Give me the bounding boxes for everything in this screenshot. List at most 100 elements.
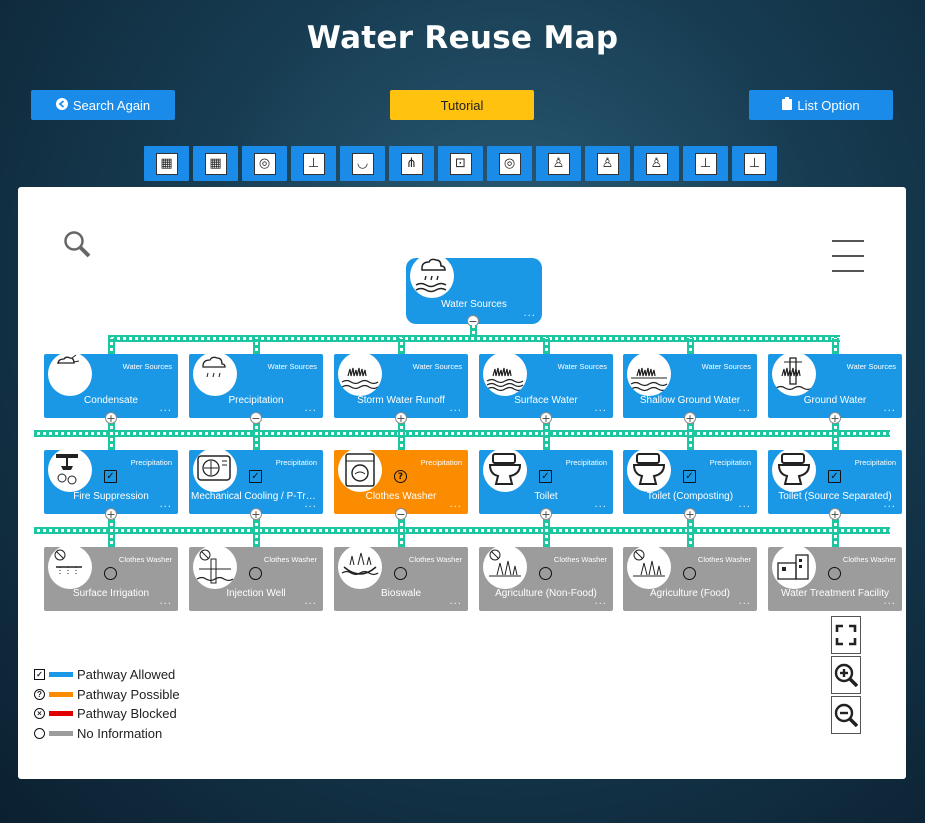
more-options-icon[interactable]: ··· xyxy=(159,406,172,417)
zoom-in-icon[interactable] xyxy=(831,656,861,694)
toilet-icon: ♙ xyxy=(596,152,619,175)
hamburger-menu-icon[interactable] xyxy=(832,240,864,285)
map-node-agriculture-non-food[interactable]: Clothes Washer Agriculture (Non-Food) ··· xyxy=(479,545,613,611)
more-options-icon[interactable]: ··· xyxy=(523,311,536,322)
map-node-fire-suppression[interactable]: Precipitation ✓ Fire Suppression ··· xyxy=(44,448,178,514)
map-node-toilet[interactable]: Precipitation ✓ Toilet ··· xyxy=(479,448,613,514)
fixture-filter-6[interactable]: ⋔ xyxy=(389,146,434,181)
map-node-injection-well[interactable]: Clothes Washer Injection Well ··· xyxy=(189,545,323,611)
node-category: Clothes Washer xyxy=(118,555,172,564)
connector-root-stem xyxy=(470,325,477,337)
legend-symbol-icon: × xyxy=(34,708,45,720)
legend-item: No Information xyxy=(34,724,180,744)
more-options-icon[interactable]: ··· xyxy=(304,502,317,513)
zoom-out-icon[interactable] xyxy=(831,696,861,734)
fixture-filter-7[interactable]: ⊡ xyxy=(438,146,483,181)
map-node-agriculture-food[interactable]: Clothes Washer Agriculture (Food) ··· xyxy=(623,545,757,611)
map-node-toilet-source-separated[interactable]: Precipitation ✓ Toilet (Source Separated) ·… xyxy=(768,448,902,514)
empty-circle-icon xyxy=(683,567,696,580)
fixture-filter-4[interactable]: ⊥ xyxy=(291,146,336,181)
expand-toggle[interactable]: + xyxy=(540,508,552,520)
node-label: Injection Well xyxy=(226,588,286,599)
fullscreen-icon[interactable] xyxy=(831,616,861,654)
expand-toggle[interactable]: + xyxy=(540,412,552,424)
search-icon[interactable] xyxy=(62,229,92,263)
more-options-icon[interactable]: ··· xyxy=(738,599,751,610)
expand-toggle[interactable]: + xyxy=(395,412,407,424)
collapse-toggle[interactable]: − xyxy=(395,508,407,520)
more-options-icon[interactable]: ··· xyxy=(594,502,607,513)
legend-label: No Information xyxy=(77,725,163,741)
expand-toggle[interactable]: + xyxy=(684,508,696,520)
node-category: Precipitation xyxy=(709,458,751,467)
fixture-filter-9[interactable]: ♙ xyxy=(536,146,581,181)
more-options-icon[interactable]: ··· xyxy=(449,406,462,417)
node-label: Surface Water xyxy=(514,395,578,406)
fixture-filter-12[interactable]: ⊥ xyxy=(683,146,728,181)
more-options-icon[interactable]: ··· xyxy=(449,502,462,513)
more-options-icon[interactable]: ··· xyxy=(738,502,751,513)
building-grid-icon: ▦ xyxy=(204,152,227,175)
more-options-icon[interactable]: ··· xyxy=(738,406,751,417)
expand-toggle[interactable]: + xyxy=(829,412,841,424)
connector-drop-row1 xyxy=(398,338,405,354)
expand-toggle[interactable]: + xyxy=(684,412,696,424)
node-label: Storm Water Runoff xyxy=(357,395,445,406)
connector-drop-row1 xyxy=(108,338,115,354)
water-reuse-map: Water Sources ··· − Water Sources Condens… xyxy=(18,187,906,779)
map-node-condensate[interactable]: Water Sources Condensate ··· xyxy=(44,352,178,418)
map-node-clothes-washer[interactable]: Precipitation? Clothes Washer ··· xyxy=(334,448,468,514)
fixture-filter-13[interactable]: ⊥ xyxy=(732,146,777,181)
map-node-toilet-composting[interactable]: Precipitation ✓ Toilet (Composting) ··· xyxy=(623,448,757,514)
more-options-icon[interactable]: ··· xyxy=(883,502,896,513)
more-options-icon[interactable]: ··· xyxy=(449,599,462,610)
connector-drop-row1 xyxy=(832,338,839,354)
expand-toggle[interactable]: + xyxy=(105,508,117,520)
shallow-ground-water-icon xyxy=(627,352,671,396)
expand-toggle[interactable]: + xyxy=(829,508,841,520)
empty-circle-icon xyxy=(104,567,117,580)
question-circle-icon: ? xyxy=(394,470,407,483)
map-node-bioswale[interactable]: Clothes Washer Bioswale ··· xyxy=(334,545,468,611)
fixture-filter-11[interactable]: ♙ xyxy=(634,146,679,181)
tutorial-button[interactable]: Tutorial xyxy=(390,90,534,120)
map-node-ground-water[interactable]: Water Sources Ground Water ··· xyxy=(768,352,902,418)
node-label: Toilet (Source Separated) xyxy=(778,491,892,502)
connector-drop-row1 xyxy=(687,338,694,354)
more-options-icon[interactable]: ··· xyxy=(304,599,317,610)
treatment-facility-icon xyxy=(772,545,816,589)
search-again-button[interactable]: Search Again xyxy=(31,90,175,120)
map-node-storm-water-runoff[interactable]: Water Sources Storm Water Runoff ··· xyxy=(334,352,468,418)
more-options-icon[interactable]: ··· xyxy=(159,599,172,610)
node-label: Fire Suppression xyxy=(73,491,149,502)
map-node-water-treatment-facility[interactable]: Clothes Washer Water Treatment Facility ··… xyxy=(768,545,902,611)
node-category: Precipitation xyxy=(130,458,172,467)
connector-drop-row2 xyxy=(832,420,839,450)
fixture-filter-10[interactable]: ♙ xyxy=(585,146,630,181)
collapse-toggle[interactable]: − xyxy=(250,412,262,424)
node-label: Toilet xyxy=(534,491,558,502)
more-options-icon[interactable]: ··· xyxy=(594,599,607,610)
fixture-filter-5[interactable]: ◡ xyxy=(340,146,385,181)
map-node-precipitation[interactable]: Water Sources Precipitation ··· xyxy=(189,352,323,418)
map-node-surface-water[interactable]: Water Sources Surface Water ··· xyxy=(479,352,613,418)
fixture-filter-2[interactable]: ▦ xyxy=(193,146,238,181)
node-category: Water Sources xyxy=(267,362,317,371)
clipboard-icon xyxy=(782,97,793,113)
more-options-icon[interactable]: ··· xyxy=(594,406,607,417)
map-node-shallow-ground-water[interactable]: Water Sources Shallow Ground Water ··· xyxy=(623,352,757,418)
list-option-button[interactable]: List Option xyxy=(749,90,893,120)
map-node-surface-irrigation[interactable]: Clothes Washer Surface Irrigation ··· xyxy=(44,545,178,611)
more-options-icon[interactable]: ··· xyxy=(304,406,317,417)
more-options-icon[interactable]: ··· xyxy=(159,502,172,513)
fixture-filter-3[interactable]: ◎ xyxy=(242,146,287,181)
map-node-mechanical-cooling-p-trap-primer[interactable]: Precipitation ✓ Mechanical Cooling / P-Tra… xyxy=(189,448,323,514)
more-options-icon[interactable]: ··· xyxy=(883,599,896,610)
rain-cloud-icon xyxy=(193,352,237,396)
more-options-icon[interactable]: ··· xyxy=(883,406,896,417)
fixture-filter-8[interactable]: ◎ xyxy=(487,146,532,181)
legend-item: ? Pathway Possible xyxy=(34,685,180,705)
expand-toggle[interactable]: + xyxy=(105,412,117,424)
fixture-filter-1[interactable]: ▦ xyxy=(144,146,189,181)
expand-toggle[interactable]: + xyxy=(250,508,262,520)
